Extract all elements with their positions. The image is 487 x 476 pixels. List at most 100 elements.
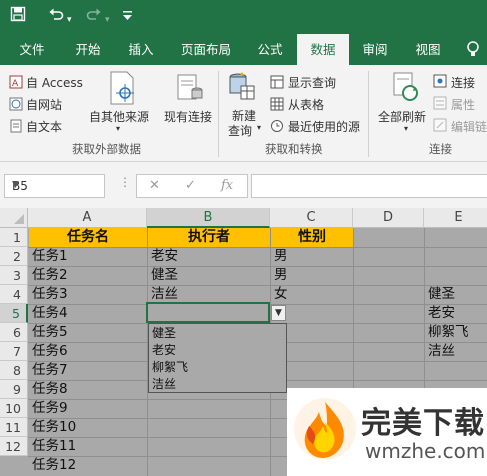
row-header[interactable]: 2 [0, 247, 28, 266]
cell-c2[interactable]: 男 [271, 247, 288, 266]
row-header[interactable]: 12 [0, 437, 28, 456]
cell-c4[interactable]: 女 [271, 285, 288, 304]
tab-view[interactable]: 视图 [405, 34, 451, 65]
table-icon [270, 97, 284, 114]
tab-file[interactable]: 文件 [8, 34, 56, 65]
dropdown-option[interactable]: 健圣 [149, 325, 286, 342]
cell-b3[interactable]: 健圣 [148, 266, 178, 285]
cell-a7[interactable]: 任务6 [29, 342, 68, 361]
from-text-button[interactable]: 自文本 [26, 118, 62, 135]
insert-function-icon[interactable]: fx [221, 178, 233, 193]
show-queries-icon [270, 75, 284, 92]
from-web-button[interactable]: 自网站 [26, 96, 62, 113]
row-header[interactable]: 9 [0, 380, 28, 399]
tab-home[interactable]: 开始 [62, 34, 114, 65]
active-cell-b5[interactable] [146, 302, 270, 323]
row-header[interactable]: 3 [0, 266, 28, 285]
cell-a9[interactable]: 任务8 [29, 380, 68, 399]
cell-e5[interactable]: 老安 [425, 304, 455, 323]
formula-input[interactable] [251, 174, 487, 198]
connections-button[interactable]: 连接 [451, 74, 475, 91]
cell-a3[interactable]: 任务2 [29, 266, 68, 285]
recent-sources-button[interactable]: 最近使用的源 [288, 118, 360, 135]
tell-me-icon[interactable] [466, 40, 480, 62]
gridline [28, 247, 487, 248]
properties-button[interactable]: 属性 [451, 96, 475, 113]
chevron-down-icon[interactable]: ▼ [12, 180, 100, 190]
cell-a4[interactable]: 任务3 [29, 285, 68, 304]
column-header-d[interactable]: D [353, 208, 424, 228]
cell-b1[interactable]: 执行者 [148, 228, 270, 247]
cell-c3[interactable]: 男 [271, 266, 288, 285]
save-icon[interactable] [10, 6, 26, 27]
cell-e4[interactable]: 健圣 [425, 285, 455, 304]
row-header[interactable]: 7 [0, 342, 28, 361]
row-header[interactable]: 4 [0, 285, 28, 304]
column-header-e[interactable]: E [424, 208, 487, 228]
row-header[interactable]: 11 [0, 418, 28, 437]
cell-c1[interactable]: 性别 [271, 228, 353, 247]
cancel-icon[interactable]: ✕ [149, 178, 160, 193]
new-query-button-line2[interactable]: 查询 [228, 122, 252, 139]
tab-page-layout[interactable]: 页面布局 [170, 34, 242, 65]
group-separator [368, 71, 369, 157]
select-all-corner[interactable] [0, 208, 28, 228]
tab-data[interactable]: 数据 [297, 34, 349, 65]
row-header[interactable]: 8 [0, 361, 28, 380]
row-header[interactable]: 6 [0, 323, 28, 342]
refresh-all-button[interactable]: 全部刷新 [378, 108, 426, 125]
cell-a6[interactable]: 任务5 [29, 323, 68, 342]
cell-e6[interactable]: 柳絮飞 [425, 323, 469, 342]
validation-dropdown-list: 健圣 老安 柳絮飞 洁丝 [148, 323, 287, 393]
column-header-a[interactable]: A [28, 208, 147, 228]
column-header-b[interactable]: B [147, 208, 270, 228]
cell-a8[interactable]: 任务7 [29, 361, 68, 380]
from-other-sources-button[interactable]: 自其他来源 [89, 108, 149, 125]
cell-a13[interactable]: 任务12 [29, 456, 76, 475]
connections-icon [433, 74, 447, 91]
tab-insert[interactable]: 插入 [117, 34, 165, 65]
from-access-button[interactable]: 自 Access [26, 74, 83, 91]
show-queries-button[interactable]: 显示查询 [288, 74, 336, 91]
row-header[interactable]: 10 [0, 399, 28, 418]
from-table-button[interactable]: 从表格 [288, 96, 324, 113]
undo-icon[interactable] [48, 6, 64, 27]
enter-icon[interactable]: ✓ [185, 178, 196, 193]
customize-toolbar-icon[interactable] [123, 9, 132, 29]
cell-a10[interactable]: 任务9 [29, 399, 68, 418]
watermark-title: 完美下载 [361, 406, 485, 441]
redo-icon[interactable] [86, 6, 102, 27]
cell-b2[interactable]: 老安 [148, 247, 178, 266]
cell-a1[interactable]: 任务名 [29, 228, 147, 247]
dropdown-option[interactable]: 洁丝 [149, 376, 286, 393]
edit-links-icon [433, 118, 447, 135]
group-label-external-data: 获取外部数据 [72, 142, 141, 156]
cell-a11[interactable]: 任务10 [29, 418, 76, 437]
resize-handle-icon[interactable]: ⋮ [119, 175, 132, 189]
formula-buttons: ✕ ✓ fx [136, 174, 248, 198]
existing-connections-button[interactable]: 现有连接 [164, 108, 212, 125]
validation-dropdown-button[interactable]: ▼ [271, 305, 286, 321]
cell-e7[interactable]: 洁丝 [425, 342, 455, 361]
edit-links-button[interactable]: 编辑链 [451, 118, 487, 135]
cell-a12[interactable]: 任务11 [29, 437, 76, 456]
new-query-icon [228, 72, 256, 105]
undo-dropdown-icon[interactable]: ▾ [67, 10, 72, 30]
tab-formulas[interactable]: 公式 [247, 34, 293, 65]
row-header-selected[interactable]: 5 [0, 304, 28, 323]
tab-review[interactable]: 审阅 [352, 34, 398, 65]
chevron-down-icon: ▾ [116, 124, 121, 133]
column-header-c[interactable]: C [270, 208, 353, 228]
name-box[interactable]: B5 ▼ [4, 174, 105, 198]
cell-a2[interactable]: 任务1 [29, 247, 68, 266]
dropdown-option[interactable]: 柳絮飞 [149, 359, 286, 376]
group-label-connections: 连接 [429, 142, 452, 156]
cell-a5[interactable]: 任务4 [29, 304, 68, 323]
clock-icon [270, 119, 284, 136]
redo-dropdown-icon[interactable]: ▾ [105, 10, 110, 30]
text-file-icon [9, 119, 23, 136]
access-icon: A [9, 75, 23, 92]
group-separator [218, 71, 219, 157]
dropdown-option[interactable]: 老安 [149, 342, 286, 359]
row-header[interactable]: 1 [0, 228, 28, 247]
